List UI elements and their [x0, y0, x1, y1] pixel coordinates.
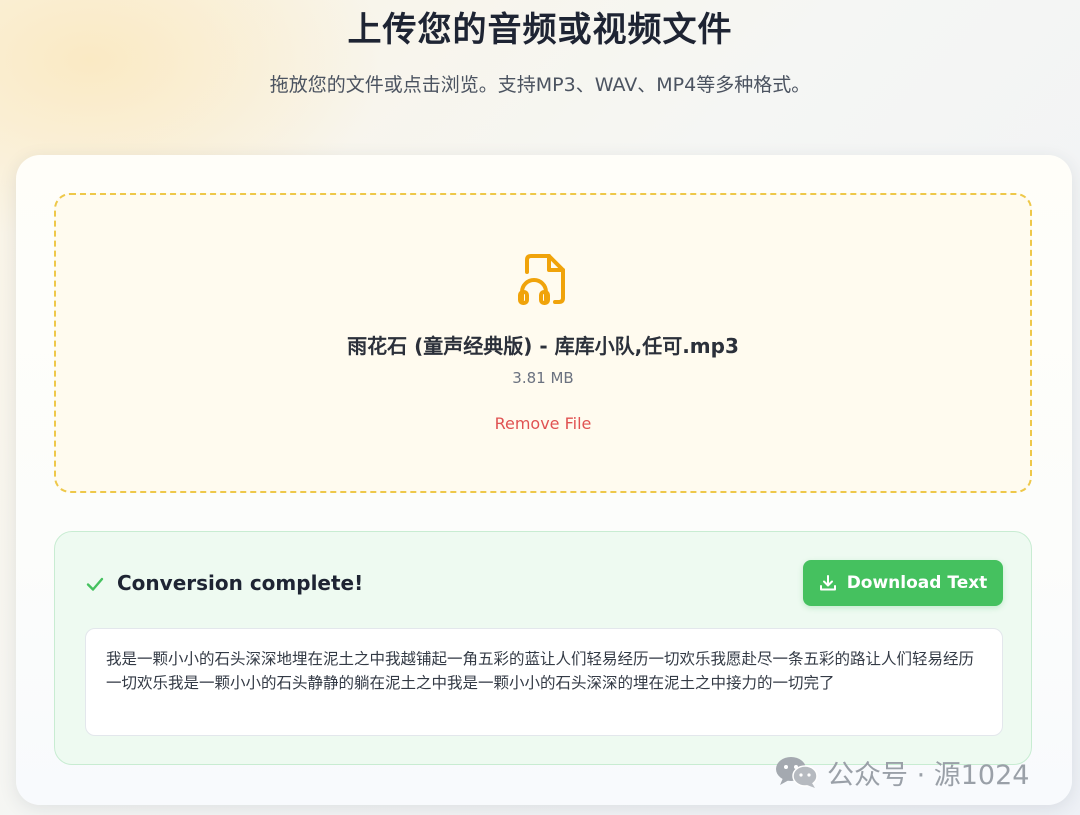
file-dropzone[interactable]: 雨花石 (童声经典版) - 库库小队,任可.mp3 3.81 MB Remove… [54, 193, 1032, 493]
conversion-result-panel: Conversion complete! Download Text 我是一颗小… [54, 531, 1032, 765]
page-subtitle: 拖放您的文件或点击浏览。支持MP3、WAV、MP4等多种格式。 [269, 74, 811, 96]
remove-file-button[interactable]: Remove File [466, 409, 620, 437]
upload-card: 雨花石 (童声经典版) - 库库小队,任可.mp3 3.81 MB Remove… [16, 155, 1072, 805]
download-text-button[interactable]: Download Text [803, 560, 1003, 606]
wechat-icon [776, 757, 818, 788]
watermark-text: 公众号 · 源1024 [827, 759, 1030, 791]
conversion-status: Conversion complete! [117, 571, 364, 595]
watermark: 公众号 · 源1024 [775, 752, 1029, 792]
download-button-label: Download Text [846, 573, 988, 593]
transcript-text[interactable]: 我是一颗小小的石头深深地埋在泥土之中我越铺起一角五彩的蓝让人们轻易经历一切欢乐我… [85, 628, 1003, 736]
file-size: 3.81 MB [512, 369, 574, 387]
download-icon [819, 575, 836, 591]
page-title: 上传您的音频或视频文件 [347, 10, 733, 50]
file-name: 雨花石 (童声经典版) - 库库小队,任可.mp3 [347, 334, 739, 358]
audio-file-icon [518, 254, 565, 305]
check-icon [86, 577, 104, 591]
